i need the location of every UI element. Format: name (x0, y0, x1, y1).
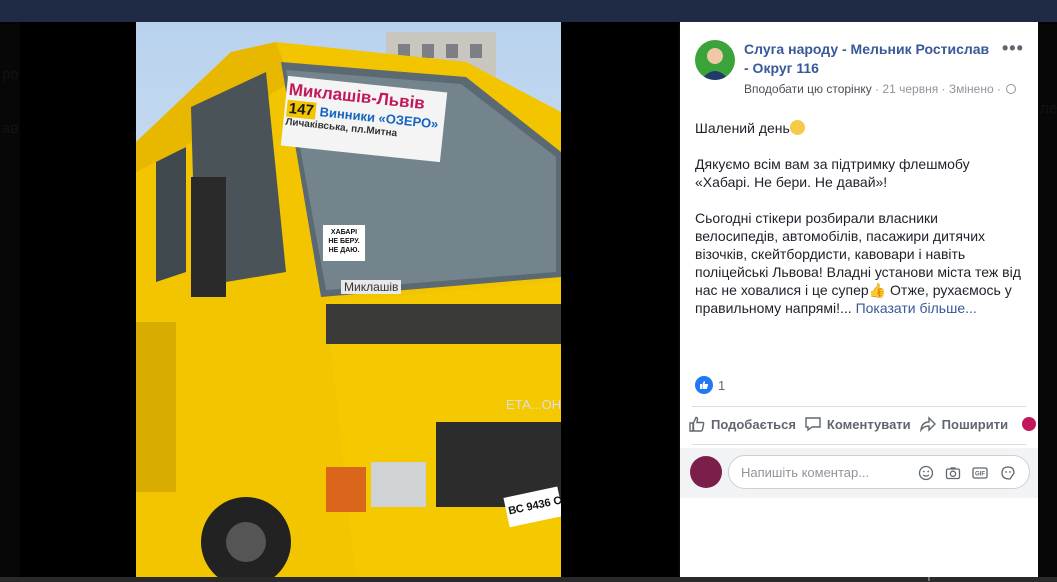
meta-separator: · (875, 82, 880, 96)
like-label: Подобається (711, 416, 796, 432)
thumbs-up-icon (689, 416, 705, 432)
thumbs-up-icon (700, 381, 709, 389)
comment-icon (805, 417, 821, 432)
comment-label: Коментувати (826, 416, 911, 432)
divider (692, 406, 1026, 407)
see-more-link[interactable]: Показати більше... (856, 300, 977, 316)
post-date[interactable]: 21 червня (882, 82, 938, 96)
sticker-line: НЕ ДАЮ. (328, 247, 360, 254)
comment-composer: Напишіть коментар... GIF (680, 448, 1038, 498)
post-paragraph: Шалений день (695, 119, 1025, 137)
camera-icon[interactable] (944, 464, 962, 482)
grinning-emoji-icon (789, 120, 805, 135)
post-text: Шалений день Дякуємо всім вам за підтрим… (695, 119, 1025, 335)
windshield-sticker: ХАБАРІ НЕ БЕРУ. НЕ ДАЮ. (324, 228, 364, 255)
comment-input[interactable]: Напишіть коментар... GIF (728, 455, 1030, 489)
like-reaction-icon (695, 376, 713, 394)
sticker-icon[interactable] (999, 464, 1017, 482)
gif-icon[interactable]: GIF (971, 464, 989, 482)
meta-separator: · (997, 82, 1001, 96)
paragraph-text: Шалений день (695, 120, 790, 136)
share-icon (919, 416, 936, 433)
post-panel: Слуга народу - Мельник Ростислав - Округ… (680, 22, 1038, 577)
sticker-line: ХАБАРІ (330, 229, 358, 236)
emoji-picker-icon[interactable] (917, 464, 935, 482)
os-activation-watermark: Активация Windows (862, 561, 1028, 581)
share-button[interactable]: Поширити (919, 415, 1008, 433)
comment-placeholder: Напишіть коментар... (741, 465, 870, 480)
person-icon (701, 48, 729, 80)
page-avatar[interactable] (695, 40, 735, 80)
globe-icon[interactable] (1006, 84, 1017, 94)
edited-label[interactable]: Змінено (949, 82, 994, 96)
page-name-link[interactable]: Слуга народу - Мельник Ростислав - Округ… (744, 40, 994, 78)
grille-badge: ЕТА...ОН (506, 397, 561, 412)
action-bar: Подобається Коментувати Поширити (688, 415, 1038, 433)
post-meta: Вподобати цю сторінку · 21 червня · Змін… (744, 82, 1017, 96)
post-paragraph: Дякуємо всім вам за підтримку флешмобу «… (695, 156, 970, 190)
like-page-link[interactable]: Вподобати цю сторінку (744, 82, 872, 96)
share-as-avatar[interactable] (1022, 417, 1037, 431)
background-top-bar (0, 0, 1057, 24)
share-label: Поширити (941, 416, 1009, 432)
divider (692, 444, 1026, 445)
reaction-count: 1 (718, 377, 726, 393)
more-options-button[interactable]: ••• (1002, 38, 1024, 59)
post-paragraph: Сьогодні стікери розбирали власники вело… (695, 209, 1025, 317)
sticker-line: НЕ БЕРУ. (328, 238, 360, 245)
svg-text:GIF: GIF (975, 472, 985, 478)
dashboard-sign: Миклашів (341, 280, 402, 294)
comment-button[interactable]: Коментувати (804, 415, 911, 433)
reactions-summary[interactable]: 1 (695, 376, 725, 394)
like-button[interactable]: Подобається (688, 415, 796, 433)
post-photo[interactable]: Миклашів-Львів 147 Винники «ОЗЕРО» Личак… (136, 22, 561, 577)
thumbs-up-emoji-icon: 👍 (868, 282, 887, 298)
commenter-avatar[interactable] (690, 456, 722, 488)
meta-separator: · (941, 82, 946, 96)
